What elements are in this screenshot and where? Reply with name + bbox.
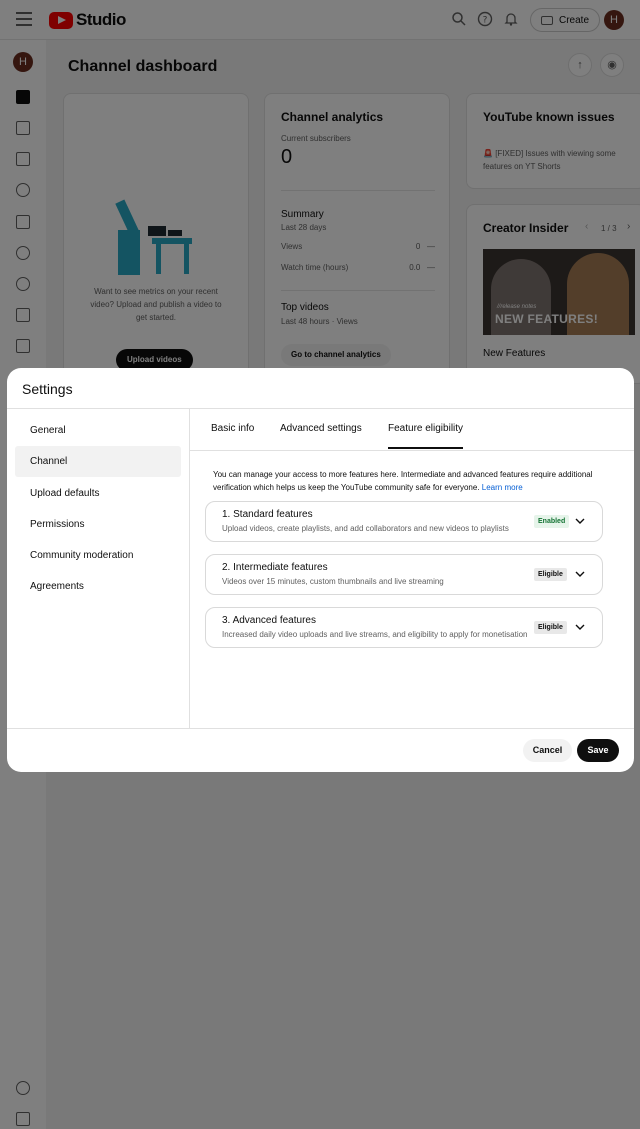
tab-basic-info[interactable]: Basic info [211,423,254,449]
feature-description: Increased daily video uploads and live s… [222,630,528,639]
learn-more-link[interactable]: Learn more [482,483,523,492]
tab-feature-eligibility[interactable]: Feature eligibility [388,423,464,449]
feature-title: 2. Intermediate features [222,562,328,573]
tabs-divider [190,450,634,451]
feature-description: Upload videos, create playlists, and add… [222,524,509,533]
feature-title: 3. Advanced features [222,615,316,626]
feature-row-advanced[interactable]: 3. Advanced features Increased daily vid… [205,607,603,648]
nav-item-general[interactable]: General [15,415,181,446]
feature-row-standard[interactable]: 1. Standard features Upload videos, crea… [205,501,603,542]
cancel-button[interactable]: Cancel [523,739,572,762]
divider [7,728,634,729]
chevron-down-icon[interactable] [574,621,586,633]
status-badge: Eligible [534,568,567,581]
settings-dialog: Settings General Channel Upload defaults… [7,368,634,772]
nav-item-permissions[interactable]: Permissions [15,509,181,540]
feature-title: 1. Standard features [222,509,313,520]
nav-item-upload-defaults[interactable]: Upload defaults [15,478,181,509]
nav-item-community-moderation[interactable]: Community moderation [15,540,181,571]
settings-title: Settings [22,381,73,397]
divider [189,409,190,728]
feature-eligibility-intro: You can manage your access to more featu… [213,468,613,494]
nav-item-channel[interactable]: Channel [15,446,181,477]
save-button[interactable]: Save [577,739,619,762]
tab-advanced-settings[interactable]: Advanced settings [280,423,362,449]
chevron-down-icon[interactable] [574,568,586,580]
chevron-down-icon[interactable] [574,515,586,527]
nav-item-agreements[interactable]: Agreements [15,571,181,602]
feature-description: Videos over 15 minutes, custom thumbnail… [222,577,444,586]
intro-text: You can manage your access to more featu… [213,470,593,492]
status-badge: Enabled [534,515,570,528]
status-badge: Eligible [534,621,567,634]
feature-row-intermediate[interactable]: 2. Intermediate features Videos over 15 … [205,554,603,595]
divider [7,408,634,409]
